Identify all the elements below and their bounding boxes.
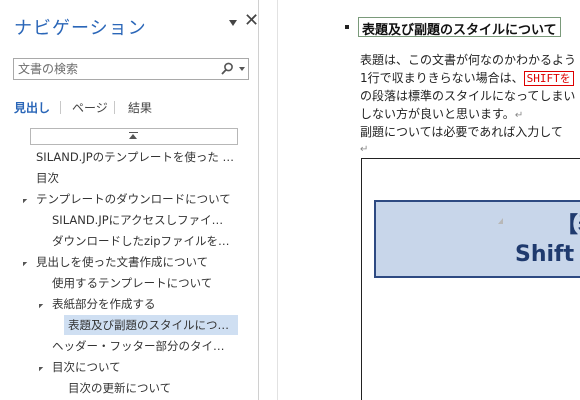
search-box[interactable] — [13, 58, 249, 80]
nav-tree-item[interactable]: 表紙部分を作成する — [0, 294, 258, 315]
navigation-pane: ナビゲーション ✕ 見出し ページ 結果 SILAND.JPのテンプレートを使っ… — [0, 0, 259, 400]
nav-tree-item-label: 目次 — [36, 171, 59, 185]
expanded-triangle-icon[interactable] — [34, 299, 44, 309]
nav-tree-item-label: SILAND.JPのテンプレートを使った 操… — [36, 150, 234, 164]
search-options-chevron-down-icon[interactable] — [239, 67, 245, 71]
paragraph-mark: ↵ — [514, 110, 524, 121]
nav-tree-item-label: SILAND.JPにアクセスしファイルをダ… — [52, 213, 234, 227]
nav-tree-item[interactable]: 使用するテンプレートについて — [0, 273, 258, 294]
nav-tree-item-label: 表紙部分を作成する — [52, 297, 156, 311]
paragraph-text: の段落は標準のスタイルになってしまい — [360, 89, 576, 103]
expanded-triangle-icon[interactable] — [18, 194, 28, 204]
nav-tree-item[interactable]: SILAND.JPのテンプレートを使った 操… — [0, 147, 258, 168]
paragraph-line-2[interactable]: 1行で収まりきらない場合は、 SHIFTを — [360, 70, 574, 86]
nav-tree-item-label: 見出しを使った文書作成について — [36, 255, 209, 269]
nav-tree-item[interactable]: 目次について — [0, 357, 258, 378]
cover-page-frame[interactable] — [361, 158, 580, 400]
nav-tree-item-label: ダウンロードしたzipファイルを展開する — [52, 234, 234, 248]
nav-tree-item[interactable]: 見出しを使った文書作成について — [0, 252, 258, 273]
scroll-to-top-button[interactable] — [30, 128, 238, 145]
tab-divider — [60, 101, 61, 114]
nav-tree-item[interactable]: 目次 — [0, 168, 258, 189]
cover-subtitle-text: Shift — [515, 242, 575, 267]
pane-options-dropdown-icon[interactable] — [229, 20, 237, 26]
cover-title-text: 【表 — [556, 213, 580, 238]
scroll-top-bar-icon — [129, 132, 138, 133]
paragraph-line-4[interactable]: しない方が良いと思います。↵ — [360, 106, 523, 124]
shift-key-highlight: SHIFTを — [523, 71, 574, 86]
nav-tree-item-label: 表題及び副題のスタイルについて — [68, 318, 234, 332]
scroll-up-icon — [129, 134, 137, 139]
nav-pane-title: ナビゲーション — [14, 18, 147, 39]
expanded-triangle-icon[interactable] — [34, 362, 44, 372]
search-icon[interactable] — [219, 61, 235, 77]
nav-tree-item[interactable]: SILAND.JPにアクセスしファイルをダ… — [0, 210, 258, 231]
tab-headings[interactable]: 見出し — [14, 99, 50, 116]
nav-tree-item[interactable]: テンプレートのダウンロードについて — [0, 189, 258, 210]
nav-tree-item-label: ヘッダー・フッター部分のタイトルを設… — [52, 339, 234, 353]
anchor-icon — [498, 218, 503, 224]
paragraph-text: 表題は、この文書が何なのかわかるよう — [360, 53, 577, 67]
nav-tree-item[interactable]: ダウンロードしたzipファイルを展開する — [0, 231, 258, 252]
empty-paragraph-mark: ↵ — [360, 144, 369, 155]
nav-tree-item-label: 使用するテンプレートについて — [52, 276, 213, 290]
nav-tree-item[interactable]: ヘッダー・フッター部分のタイトルを設… — [0, 336, 258, 357]
tab-pages[interactable]: ページ — [72, 99, 108, 116]
document-area[interactable]: 表題及び副題のスタイルについて 表題は、この文書が何なのかわかるよう 1行で収ま… — [278, 0, 580, 400]
expanded-triangle-icon[interactable] — [18, 257, 28, 267]
nav-tree-item-label: 目次について — [52, 360, 121, 374]
tab-divider — [114, 101, 115, 114]
nav-tree-item-label: 目次の更新について — [68, 381, 172, 395]
heading-text[interactable]: 表題及び副題のスタイルについて — [358, 17, 561, 38]
paragraph-line-5[interactable]: 副題については必要であれば入力して — [360, 124, 563, 140]
paragraph-line-1[interactable]: 表題は、この文書が何なのかわかるよう — [360, 52, 576, 68]
search-input[interactable] — [18, 61, 208, 77]
tab-results[interactable]: 結果 — [128, 99, 152, 116]
heading-bullet — [345, 25, 349, 29]
nav-tree-item[interactable]: 表題及び副題のスタイルについて — [0, 315, 258, 336]
nav-tree-item-label: テンプレートのダウンロードについて — [36, 192, 231, 206]
paragraph-text: 1行で収まりきらない場合は、 — [360, 71, 524, 85]
nav-tree-item[interactable]: 目次の更新について — [0, 378, 258, 399]
paragraph-text: 副題については必要であれば入力して — [360, 125, 563, 139]
paragraph-line-3[interactable]: の段落は標準のスタイルになってしまい — [360, 88, 575, 104]
paragraph-text: しない方が良いと思います。 — [360, 107, 515, 121]
ruler-gap — [259, 0, 277, 400]
close-icon[interactable]: ✕ — [244, 11, 259, 31]
